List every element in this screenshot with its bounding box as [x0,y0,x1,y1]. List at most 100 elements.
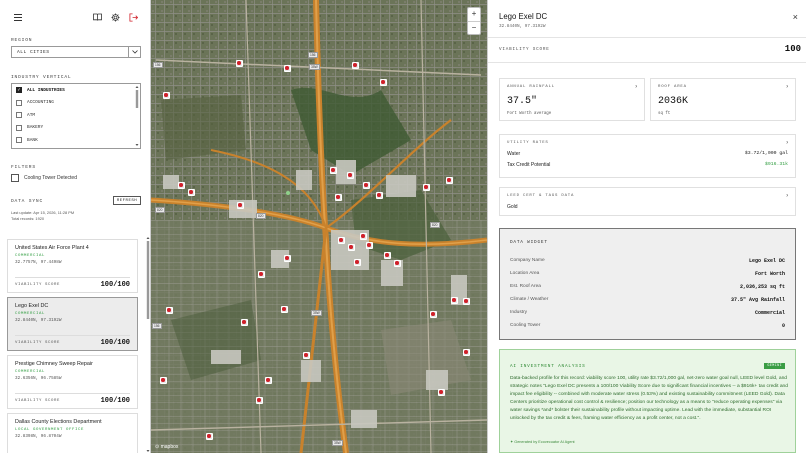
card-category: COMMERCIAL [15,370,46,374]
industry-option[interactable]: ACCOUNTING [12,97,140,110]
widget-row: Climate / Weather 37.5" Avg Rainfall [510,297,785,303]
map-marker[interactable] [462,297,470,305]
zoom-out-button[interactable]: − [468,22,480,36]
refresh-button[interactable]: REFRESH [113,196,141,205]
checkbox-icon[interactable] [11,174,19,182]
roof-area-sub: sq ft [658,112,671,116]
widget-row-value: 2,036,253 sq ft [739,284,785,290]
zoom-control: + − [467,7,481,35]
menu-icon[interactable] [12,11,24,23]
widget-row-value: 0 [781,323,785,329]
map-marker[interactable] [445,176,453,184]
map-marker[interactable] [334,193,342,201]
map-marker[interactable] [359,232,367,240]
region-select[interactable]: ALL CITIES [11,46,141,58]
highway-shield: 35W [311,310,322,316]
checkbox-icon[interactable] [16,124,22,131]
map-marker[interactable] [162,91,170,99]
ai-analysis-footer: ✦ Generated by Ecovecuator AI Agent [510,440,575,444]
map-marker[interactable] [235,59,243,67]
leed-cert-label: LEED CERT & TAGS DATA [507,194,575,198]
map-marker[interactable] [255,396,263,404]
industry-option[interactable]: ✓ ALL INDUSTRIES [12,84,140,97]
map-marker[interactable] [351,61,359,69]
map-marker[interactable] [264,376,272,384]
checkbox-icon[interactable] [16,112,22,119]
satellite-map[interactable]: 156 156 35W 820 820 820 156 35W 35W + − … [151,0,487,453]
utility-rates-card[interactable]: UTILITY RATES › Water $3.72/1,000 gal Ta… [499,134,796,178]
annual-rainfall-sub: Fort Worth average [507,112,552,116]
map-marker[interactable] [375,191,383,199]
map-marker[interactable] [205,432,213,440]
leed-cert-card[interactable]: LEED CERT & TAGS DATA › Gold [499,187,796,216]
list-item-selected[interactable]: Lego Exel DC COMMERCIAL 32.8440N, 97.319… [7,297,138,351]
map-marker[interactable] [283,64,291,72]
divider [488,37,806,38]
map-marker[interactable] [379,78,387,86]
detail-coords: 32.8440N, 97.3192W [499,24,546,29]
map-marker[interactable] [165,306,173,314]
map-marker[interactable] [177,181,185,189]
annual-rainfall-card[interactable]: ANNUAL RAINFALL › 37.5" Fort Worth avera… [499,78,645,121]
cooling-tower-filter[interactable]: Cooling Tower Detected [11,174,77,182]
close-icon[interactable]: × [793,13,798,23]
map-marker[interactable] [257,270,265,278]
map-marker[interactable] [280,305,288,313]
tax-credit-label: Tax Credit Potential [507,162,551,168]
map-marker[interactable] [365,241,373,249]
map-marker[interactable] [362,181,370,189]
list-item[interactable]: Prestige Chimney Sweep Repair COMMERCIAL… [7,355,138,409]
results-scrollbar[interactable] [146,236,150,453]
industry-scrollbar[interactable] [135,85,139,147]
map-marker[interactable] [353,258,361,266]
list-item[interactable]: Dallas County Elections Department LOCAL… [7,413,138,453]
industry-option[interactable]: ATM [12,109,140,122]
annual-rainfall-label: ANNUAL RAINFALL [507,85,556,89]
industry-option[interactable]: BANK [12,134,140,147]
map-marker[interactable] [283,254,291,262]
map-marker[interactable] [347,243,355,251]
industry-listbox[interactable]: ✓ ALL INDUSTRIES ACCOUNTING ATM BAKERY BA… [11,83,141,149]
book-icon[interactable] [91,11,103,23]
map-marker[interactable] [159,376,167,384]
map-marker[interactable] [429,310,437,318]
widget-row: Cooling Tower 0 [510,323,785,329]
cooling-tower-filter-label: Cooling Tower Detected [24,175,77,181]
tax-credit-value: $916.31k [764,162,788,167]
industry-label: INDUSTRY VERTICAL [11,75,72,80]
list-item[interactable]: United States Air Force Plant 4 COMMERCI… [7,239,138,293]
highway-shield: 35W [309,64,320,70]
card-category: LOCAL GOVERNMENT OFFICE [15,428,85,432]
logout-icon[interactable] [127,11,139,23]
card-name: United States Air Force Plant 4 [15,245,89,251]
map-marker[interactable] [236,201,244,209]
checkbox-icon[interactable] [16,99,22,106]
map-marker[interactable] [240,318,248,326]
widget-row-value: 37.5" Avg Rainfall [730,297,785,303]
checkbox-icon[interactable] [16,137,22,144]
map-marker[interactable] [462,348,470,356]
map-marker[interactable] [422,183,430,191]
map-marker[interactable] [337,236,345,244]
map-marker[interactable] [187,188,195,196]
map-marker[interactable] [346,171,354,179]
mapbox-logo[interactable]: ⊙ mapbox [155,444,178,450]
gear-icon[interactable] [109,11,121,23]
map-marker[interactable] [393,259,401,267]
card-score: 100/100 [100,281,130,289]
map-marker[interactable] [437,388,445,396]
roof-area-card[interactable]: ROOF AREA › 2036K sq ft [650,78,796,121]
map-marker[interactable] [383,251,391,259]
filters-label: FILTERS [11,165,36,170]
checkbox-checked-icon[interactable]: ✓ [16,87,22,94]
map-marker[interactable] [450,296,458,304]
map-marker[interactable] [329,166,337,174]
chevron-down-icon[interactable] [128,47,140,57]
chevron-right-icon: › [785,139,789,146]
sidebar-toolbar [0,11,150,25]
map-marker[interactable] [302,351,310,359]
data-widget-title: DATA WIDGET [510,240,548,245]
zoom-in-button[interactable]: + [468,8,480,22]
industry-option[interactable]: BAKERY [12,122,140,135]
region-label: REGION [11,38,33,43]
